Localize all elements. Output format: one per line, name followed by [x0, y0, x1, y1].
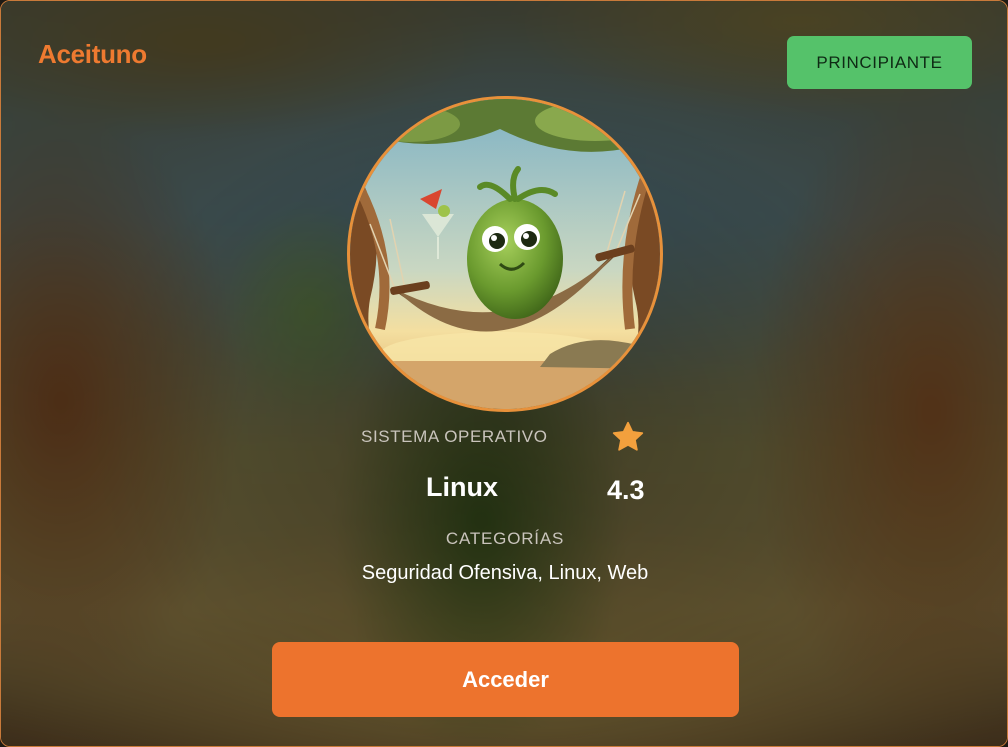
categories-value: Seguridad Ofensiva, Linux, Web [361, 562, 649, 584]
difficulty-badge: PRINCIPIANTE [787, 36, 972, 89]
access-button[interactable]: Acceder [272, 642, 739, 717]
os-label: SISTEMA OPERATIVO [361, 427, 548, 446]
star-icon [610, 419, 646, 460]
rating-value: 4.3 [607, 475, 645, 505]
machine-title: Aceituno [38, 39, 147, 69]
olive-hammock-illustration [350, 99, 660, 409]
machine-avatar [347, 96, 663, 412]
machine-card: Aceituno PRINCIPIANTE SISTEMA OPERATIVO … [0, 0, 1008, 747]
os-value: Linux [426, 472, 498, 502]
categories-label: CATEGORÍAS [445, 529, 565, 548]
